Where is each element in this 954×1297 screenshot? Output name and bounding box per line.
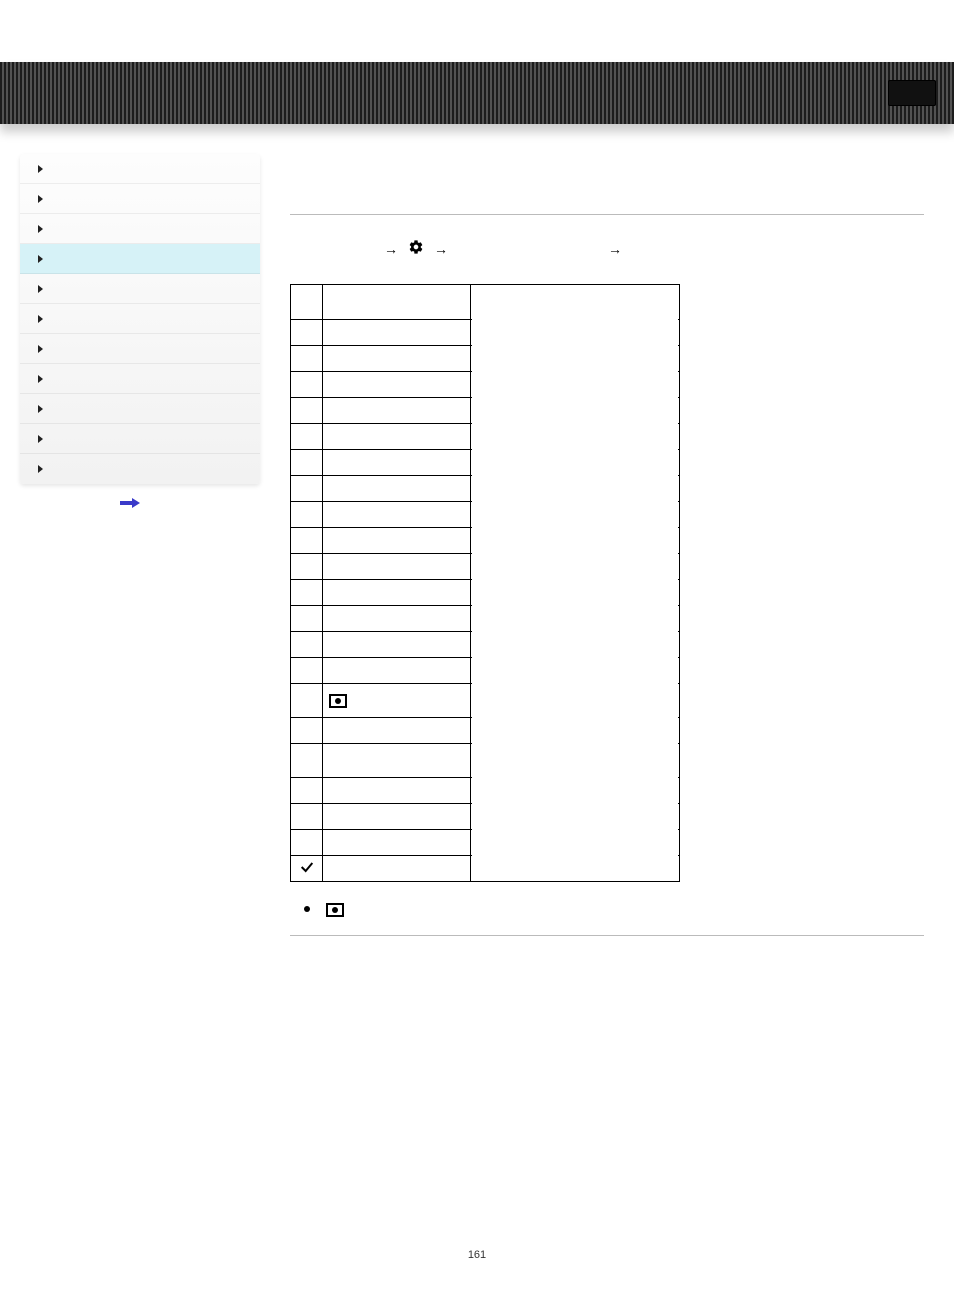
table-cell-icon bbox=[291, 346, 323, 371]
chevron-right-icon bbox=[38, 345, 43, 353]
sidebar-item[interactable] bbox=[20, 184, 260, 214]
chevron-right-icon bbox=[38, 285, 43, 293]
table-cell-icon bbox=[291, 804, 323, 829]
table-cell-icon bbox=[291, 606, 323, 631]
table-cell-icon bbox=[291, 580, 323, 605]
sidebar-item[interactable] bbox=[20, 364, 260, 394]
main-layout: → → → bbox=[0, 124, 954, 946]
table-cell-icon bbox=[291, 684, 323, 717]
check-icon bbox=[299, 859, 315, 878]
bullet-icon bbox=[304, 906, 310, 912]
page-number: 161 bbox=[0, 1249, 954, 1261]
table-cell-icon bbox=[291, 744, 323, 777]
chevron-right-icon bbox=[38, 225, 43, 233]
table-cell-label bbox=[323, 718, 471, 743]
record-icon bbox=[329, 694, 347, 708]
table-cell-label bbox=[323, 502, 471, 527]
footnote bbox=[290, 900, 924, 915]
table-cell-label bbox=[323, 580, 471, 605]
table-cell-label bbox=[323, 632, 471, 657]
table-cell-label bbox=[323, 830, 471, 855]
table-cell-icon bbox=[291, 476, 323, 501]
chevron-right-icon bbox=[38, 375, 43, 383]
table-cell-value bbox=[471, 285, 679, 319]
gear-icon bbox=[408, 239, 424, 258]
table-cell-icon bbox=[291, 554, 323, 579]
table-cell-icon bbox=[291, 320, 323, 345]
table-cell-label bbox=[323, 554, 471, 579]
sidebar-item[interactable] bbox=[20, 214, 260, 244]
chevron-right-icon bbox=[38, 165, 43, 173]
header-corner-button[interactable] bbox=[888, 80, 936, 106]
sidebar-item[interactable] bbox=[20, 274, 260, 304]
table-cell-icon bbox=[291, 424, 323, 449]
sidebar-item[interactable] bbox=[20, 154, 260, 184]
chevron-right-icon bbox=[38, 465, 43, 473]
chevron-right-icon bbox=[38, 315, 43, 323]
record-icon bbox=[326, 903, 344, 917]
table-cell-icon bbox=[291, 718, 323, 743]
footnote-text bbox=[322, 900, 348, 915]
table-cell-icon bbox=[291, 372, 323, 397]
settings-table bbox=[290, 284, 680, 882]
table-cell-label bbox=[323, 684, 471, 717]
table-cell-icon bbox=[291, 502, 323, 527]
chevron-right-icon bbox=[38, 255, 43, 263]
sidebar-nav bbox=[20, 154, 260, 484]
table-cell-icon bbox=[291, 632, 323, 657]
table-cell-label bbox=[323, 372, 471, 397]
sidebar-item[interactable] bbox=[20, 454, 260, 484]
table-cell-label bbox=[323, 320, 471, 345]
table-cell-icon bbox=[291, 856, 323, 881]
table-cell-label bbox=[323, 744, 471, 777]
table-cell-label bbox=[323, 658, 471, 683]
table-cell-icon bbox=[291, 450, 323, 475]
table-cell-label bbox=[323, 804, 471, 829]
section-divider-top bbox=[290, 214, 924, 215]
table-cell-icon bbox=[291, 398, 323, 423]
arrow-icon: → bbox=[384, 241, 398, 257]
menu-path-breadcrumb: → → → bbox=[290, 239, 924, 258]
table-cell-icon bbox=[291, 658, 323, 683]
table-cell-icon bbox=[291, 285, 323, 319]
expand-arrow-icon[interactable] bbox=[120, 498, 140, 508]
table-cell-label bbox=[323, 450, 471, 475]
table-cell-icon bbox=[291, 778, 323, 803]
header-banner bbox=[0, 62, 954, 124]
sidebar-item[interactable] bbox=[20, 394, 260, 424]
table-cell-label bbox=[323, 856, 471, 881]
table-cell-label bbox=[323, 606, 471, 631]
arrow-icon: → bbox=[434, 241, 448, 257]
sidebar-item[interactable] bbox=[20, 304, 260, 334]
table-cell-label bbox=[323, 285, 471, 319]
chevron-right-icon bbox=[38, 435, 43, 443]
content-area: → → → bbox=[260, 154, 954, 946]
table-cell-label bbox=[323, 398, 471, 423]
table-cell-icon bbox=[291, 528, 323, 553]
sidebar-item[interactable] bbox=[20, 334, 260, 364]
table-cell-icon bbox=[291, 830, 323, 855]
table-cell-label bbox=[323, 346, 471, 371]
chevron-right-icon bbox=[38, 405, 43, 413]
section-divider-bottom bbox=[290, 935, 924, 936]
table-cell-label bbox=[323, 476, 471, 501]
sidebar-item[interactable] bbox=[20, 424, 260, 454]
table-header-row bbox=[291, 285, 679, 319]
sidebar-column bbox=[0, 154, 260, 508]
table-merged-cell-overlay bbox=[472, 319, 678, 880]
table-cell-label bbox=[323, 424, 471, 449]
chevron-right-icon bbox=[38, 195, 43, 203]
sidebar-expand-arrow-row bbox=[0, 498, 260, 508]
table-cell-label bbox=[323, 778, 471, 803]
table-cell-label bbox=[323, 528, 471, 553]
arrow-icon: → bbox=[608, 241, 622, 257]
sidebar-item[interactable] bbox=[20, 244, 260, 274]
